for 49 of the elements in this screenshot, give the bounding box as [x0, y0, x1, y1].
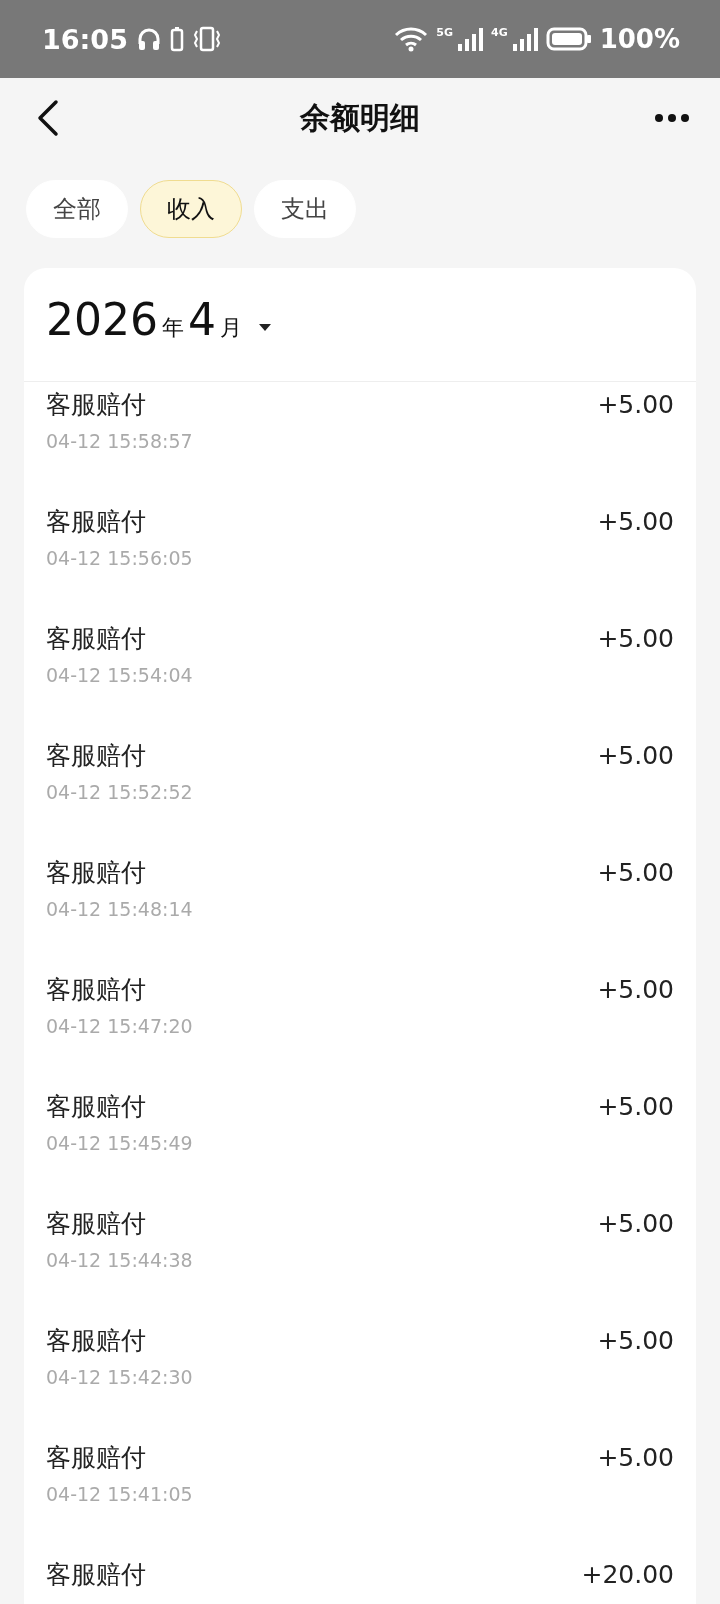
record-amount: +20.00	[581, 1559, 674, 1591]
record-amount: +5.00	[597, 740, 674, 772]
record-time: 04-12 15:54:04	[46, 663, 193, 688]
record-time: 04-12 15:58:57	[46, 429, 193, 454]
month-picker[interactable]: 2026 年 4 月	[24, 268, 696, 382]
record-time: 04-12 15:47:20	[46, 1014, 193, 1039]
record-title: 客服赔付	[46, 623, 147, 655]
record-amount: +5.00	[597, 506, 674, 538]
filter-tab[interactable]: 全部	[26, 180, 128, 238]
signal-icon	[511, 26, 538, 52]
filter-tab[interactable]: 收入	[140, 180, 242, 238]
battery-icon	[545, 27, 592, 51]
filter-tab[interactable]: 支出	[254, 180, 356, 238]
record-time: 04-12 15:56:05	[46, 546, 193, 571]
more-icon	[654, 113, 690, 123]
battery-icon	[169, 26, 184, 52]
record-title: 客服赔付	[46, 506, 147, 538]
record-time: 04-12 15:45:49	[46, 1131, 193, 1156]
record-time: 04-12 15:42:30	[46, 1365, 193, 1390]
record-title: 客服赔付	[46, 740, 147, 772]
network-label: 5G	[436, 26, 453, 39]
record-amount: +5.00	[597, 623, 674, 655]
back-icon	[36, 98, 60, 138]
record-amount: +5.00	[597, 389, 674, 421]
record-title: 客服赔付	[46, 389, 147, 421]
record-title: 客服赔付	[46, 1559, 146, 1591]
network-label: 4G	[491, 26, 508, 39]
record-time: 04-12 15:41:05	[46, 1482, 193, 1507]
record-title: 客服赔付	[46, 857, 147, 889]
record-amount: +5.00	[597, 1208, 674, 1240]
record-time: 04-12 15:48:14	[46, 897, 193, 922]
signal-icon	[457, 26, 483, 52]
record-time: 04-12 15:52:52	[46, 780, 193, 805]
vibrate-icon	[191, 26, 222, 52]
battery-level: 100%	[599, 24, 680, 54]
record-title: 客服赔付	[46, 1091, 147, 1123]
page-title: 余额明细	[298, 98, 421, 137]
record-amount: +5.00	[597, 1325, 674, 1357]
record-title: 客服赔付	[46, 1208, 147, 1240]
record-time: 04-12 15:44:38	[46, 1248, 193, 1273]
wifi-icon	[394, 26, 429, 52]
record-title: 客服赔付	[46, 974, 147, 1006]
record-amount: +5.00	[597, 1442, 674, 1474]
record-amount: +5.00	[597, 857, 674, 889]
record-title: 客服赔付	[46, 1442, 147, 1474]
record-title: 客服赔付	[46, 1325, 147, 1357]
status-time: 16:05	[42, 23, 128, 55]
record-amount: +5.00	[597, 1091, 674, 1123]
record-amount: +5.00	[597, 974, 674, 1006]
